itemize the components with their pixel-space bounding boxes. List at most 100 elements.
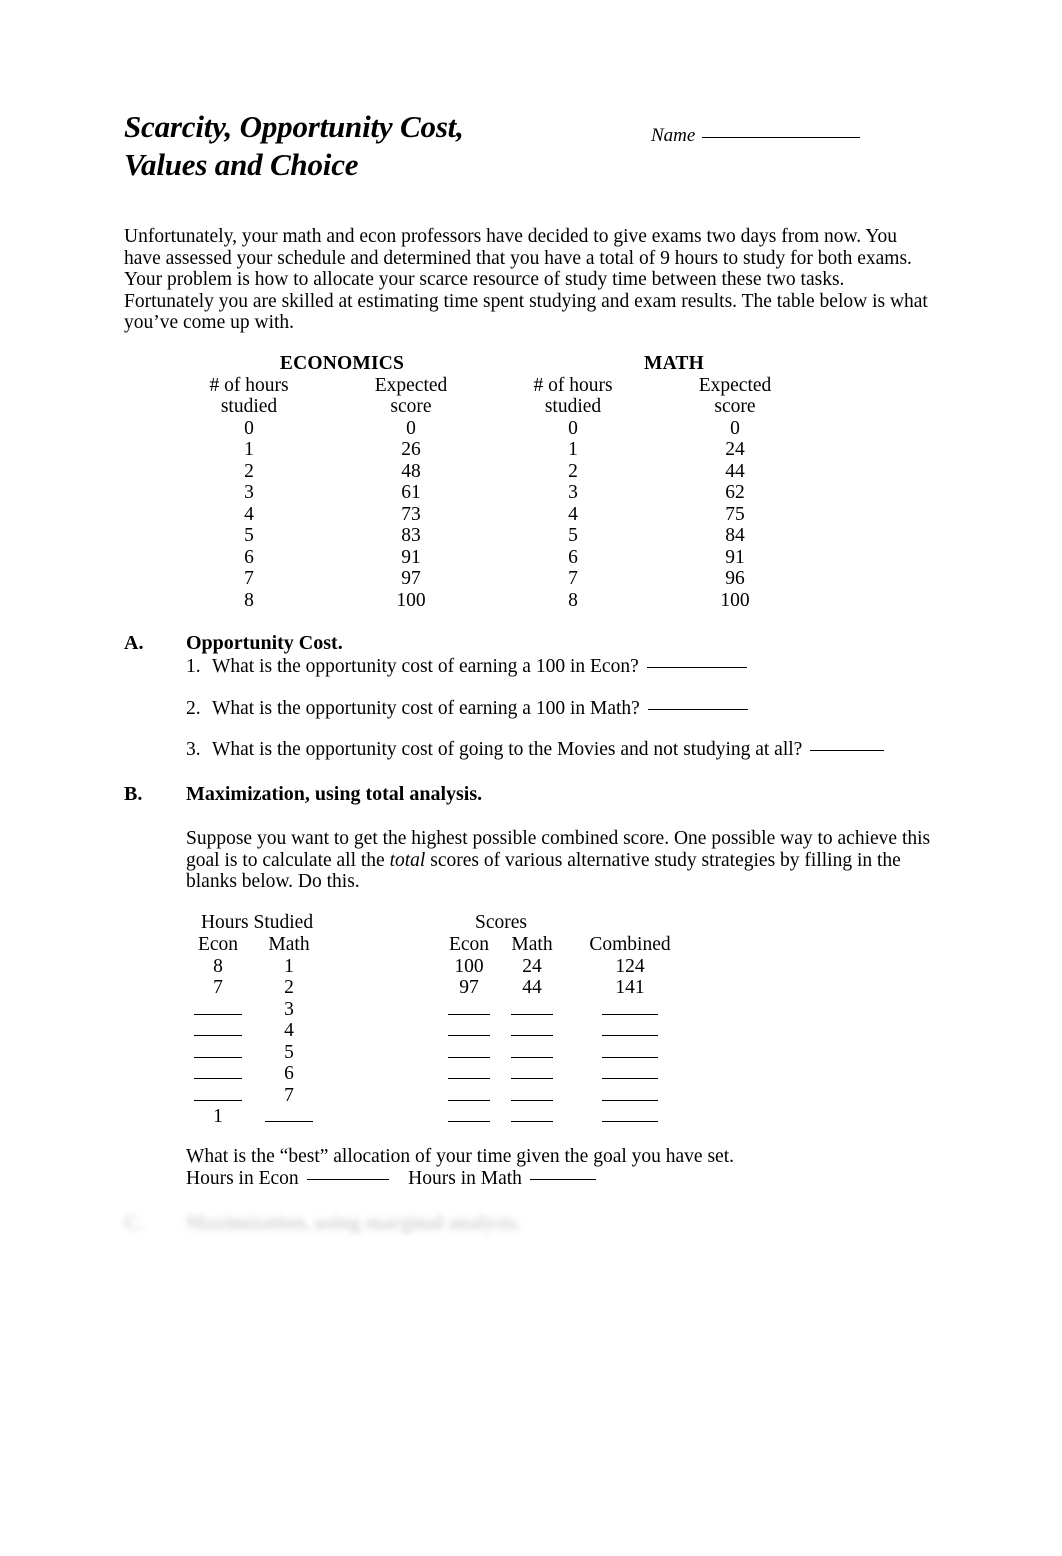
- answer-blank[interactable]: [602, 1013, 658, 1015]
- table-row: 7 97 7 96: [168, 568, 816, 590]
- table-row: 6 91 6 91: [168, 547, 816, 569]
- cell-hours-math: 1: [284, 955, 294, 977]
- section-c-heading-faded: C. Maximization, using marginal analysis…: [124, 1212, 521, 1235]
- section-b-paragraph: Suppose you want to get the highest poss…: [186, 828, 934, 893]
- cell-score-math: [500, 999, 564, 1021]
- cell-gap: [328, 1042, 438, 1064]
- cell-combined: [564, 1085, 696, 1107]
- table-cell: 7: [244, 568, 254, 589]
- section-a-heading: A. Opportunity Cost.: [124, 632, 343, 655]
- answer-blank[interactable]: [602, 1099, 658, 1101]
- cell-hours-math: 5: [284, 1041, 294, 1063]
- table-row: 5 83 5 84: [168, 525, 816, 547]
- table-cell: 0: [244, 417, 254, 439]
- table-cell: 100: [720, 589, 750, 611]
- answer-blank[interactable]: [511, 1013, 553, 1015]
- cell-hours-math: 4: [284, 1020, 294, 1041]
- answer-blank[interactable]: [810, 749, 885, 751]
- answer-blank[interactable]: [194, 1013, 242, 1015]
- cell-score-math: [500, 1085, 564, 1107]
- section-c-title: Maximization, using marginal analysis.: [186, 1212, 522, 1234]
- hours-in-econ-label: Hours in Econ: [186, 1167, 299, 1189]
- answer-blank[interactable]: [602, 1034, 658, 1036]
- answer-blank[interactable]: [602, 1077, 658, 1079]
- cell-score-econ: [438, 1020, 500, 1042]
- answer-blank[interactable]: [511, 1099, 553, 1101]
- cell-score-econ: [438, 999, 500, 1021]
- table-row: 8 1 100 24 124: [186, 956, 696, 978]
- cell-score-econ: [438, 1042, 500, 1064]
- table-cell: 2: [244, 460, 254, 482]
- col-header-gap: [328, 934, 438, 956]
- question-text: What is the opportunity cost of earning …: [212, 697, 640, 719]
- answer-blank[interactable]: [265, 1120, 313, 1122]
- question-text: What is the opportunity cost of going to…: [212, 739, 803, 760]
- cell-gap: [328, 999, 438, 1021]
- answer-blank[interactable]: [448, 1120, 490, 1122]
- study-table: ECONOMICS MATH # of hours studied Expect…: [168, 353, 816, 611]
- table-cell: 91: [725, 546, 745, 568]
- hours-in-econ-blank[interactable]: [306, 1178, 389, 1180]
- answer-blank[interactable]: [448, 1013, 490, 1015]
- table-row: 5: [186, 1042, 696, 1064]
- subject-header-economics: ECONOMICS: [279, 353, 405, 374]
- table-cell: 6: [568, 546, 578, 568]
- answer-blank[interactable]: [646, 666, 747, 668]
- hours-in-math-blank[interactable]: [529, 1178, 596, 1180]
- answer-blank[interactable]: [647, 708, 748, 710]
- answer-blank[interactable]: [511, 1120, 553, 1122]
- table-cell: 91: [401, 546, 421, 568]
- table-row: 1: [186, 1106, 696, 1128]
- answer-blank[interactable]: [511, 1056, 553, 1058]
- col-header-hours-econ: Econ: [197, 934, 239, 955]
- answer-blank[interactable]: [602, 1056, 658, 1058]
- table-row: 7: [186, 1085, 696, 1107]
- table-cell: 0: [730, 417, 740, 439]
- answer-blank[interactable]: [194, 1077, 242, 1079]
- cell-hours-econ: 8: [213, 955, 223, 977]
- cell-hours-econ: [186, 1020, 250, 1042]
- name-input-blank[interactable]: [702, 136, 861, 138]
- table-cell: 8: [244, 589, 254, 611]
- cell-gap: [328, 1020, 438, 1042]
- question-item: 3. What is the opportunity cost of going …: [186, 739, 946, 761]
- answer-blank[interactable]: [194, 1034, 242, 1036]
- table-cell: 83: [401, 525, 421, 546]
- table-cell: 1: [568, 439, 578, 460]
- answer-blank[interactable]: [448, 1056, 490, 1058]
- cell-score-math: 24: [522, 955, 542, 977]
- col-header-hours-math: Math: [268, 934, 310, 955]
- cell-gap: [328, 956, 438, 978]
- maximization-column-header-row: Econ Math Econ Math Combined: [186, 934, 696, 956]
- col-header-score-math: Math: [511, 934, 553, 955]
- table-cell: 61: [401, 482, 421, 503]
- answer-blank[interactable]: [194, 1099, 242, 1101]
- cell-gap: [328, 977, 438, 999]
- answer-blank[interactable]: [511, 1034, 553, 1036]
- cell-score-math: [500, 1020, 564, 1042]
- cell-gap: [328, 1106, 438, 1128]
- table-cell: 3: [568, 482, 578, 503]
- title-block: Scarcity, Opportunity Cost, Values and C…: [124, 108, 594, 184]
- question-number: 2.: [186, 697, 201, 719]
- cell-hours-econ: [186, 1042, 250, 1064]
- answer-blank[interactable]: [194, 1056, 242, 1058]
- table-cell: 4: [244, 503, 254, 525]
- section-b-paragraph-italic: total: [389, 849, 426, 871]
- table-cell: 62: [725, 482, 745, 503]
- table-cell: 48: [401, 460, 421, 482]
- answer-blank[interactable]: [511, 1077, 553, 1079]
- answer-blank[interactable]: [448, 1099, 490, 1101]
- answer-blank[interactable]: [602, 1120, 658, 1122]
- col-header-combined: Combined: [589, 934, 671, 955]
- column-header-econ-score: Expected score: [374, 374, 448, 418]
- table-cell: 84: [725, 525, 745, 546]
- group-header-hours-studied: Hours Studied: [200, 912, 314, 933]
- col-header-score-econ: Econ: [448, 934, 490, 955]
- answer-blank[interactable]: [448, 1077, 490, 1079]
- question-item: 1. What is the opportunity cost of earnin…: [186, 656, 946, 678]
- closing-question-block: What is the “best” allocation of your ti…: [186, 1146, 734, 1189]
- cell-hours-econ: 7: [213, 977, 223, 998]
- cell-combined: [564, 1106, 696, 1128]
- answer-blank[interactable]: [448, 1034, 490, 1036]
